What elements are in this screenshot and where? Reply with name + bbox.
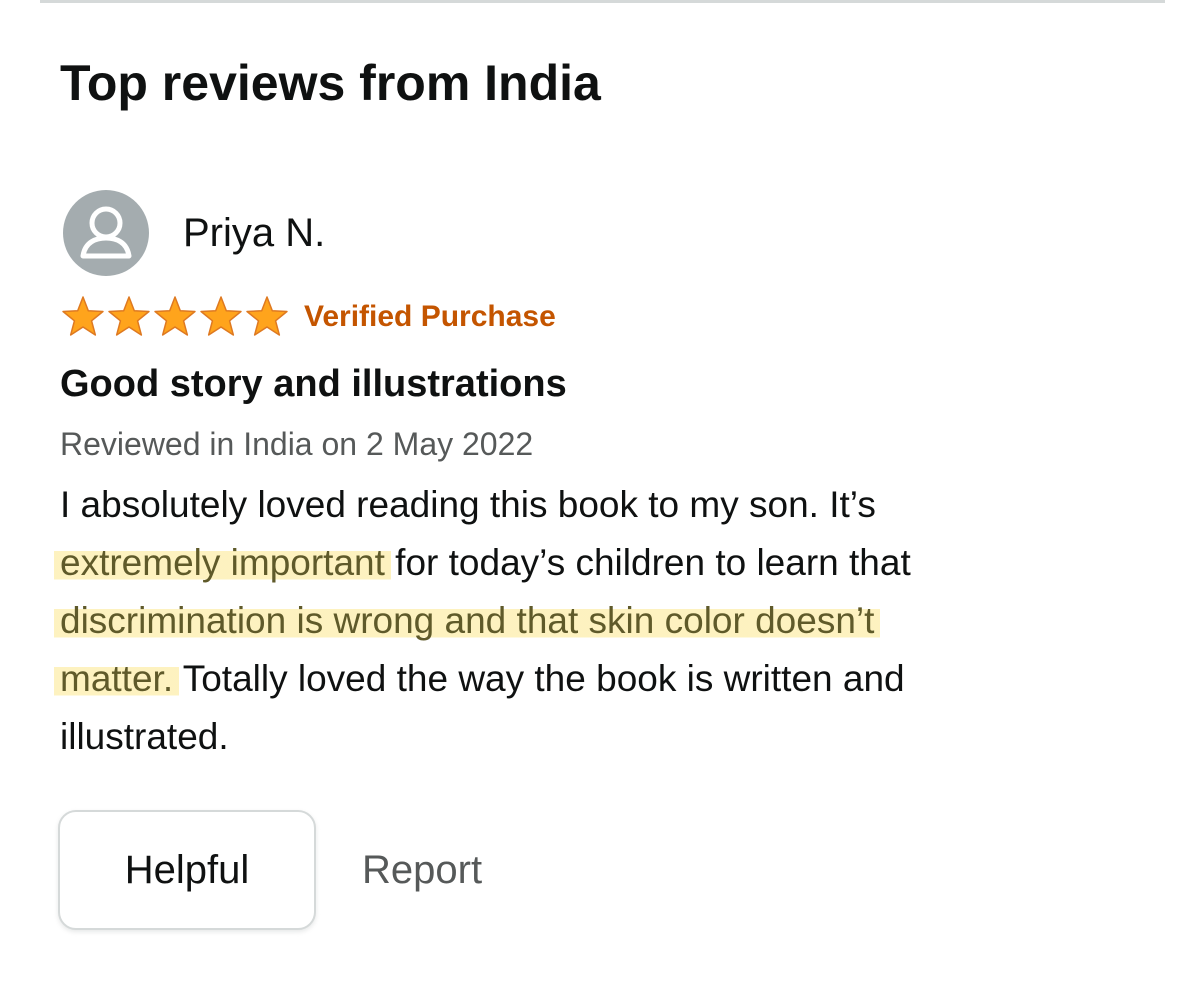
star-icon: [200, 296, 242, 336]
review-body: I absolutely loved reading this book to …: [54, 476, 1150, 766]
review-text: for today’s children to learn that: [384, 542, 911, 583]
verified-purchase-badge: Verified Purchase: [304, 300, 556, 333]
review-text: I absolutely loved reading this book to …: [60, 484, 876, 525]
star-icon: [108, 296, 150, 336]
review-body-line: discrimination is wrong and that skin co…: [54, 592, 1150, 650]
star-icon: [246, 296, 288, 336]
review-body-line: extremely important for today’s children…: [54, 534, 1150, 592]
reviewer-profile[interactable]: Priya N.: [63, 190, 325, 276]
star-icon: [62, 296, 104, 336]
report-link[interactable]: Report: [362, 848, 482, 893]
top-divider: [40, 0, 1165, 3]
review-body-line: I absolutely loved reading this book to …: [60, 476, 1150, 534]
highlighted-text: matter.: [54, 658, 180, 699]
review-date: Reviewed in India on 2 May 2022: [60, 426, 534, 462]
section-title: Top reviews from India: [60, 55, 601, 111]
review-text: Totally loved the way the book is writte…: [173, 658, 905, 699]
review-body-line: matter. Totally loved the way the book i…: [54, 650, 1150, 708]
review-body-line: illustrated.: [60, 708, 1150, 766]
star-rating[interactable]: [60, 294, 290, 340]
star-icon: [154, 296, 196, 336]
reviewer-name: Priya N.: [183, 211, 326, 255]
rating-row: Verified Purchase: [60, 292, 556, 342]
highlighted-text: discrimination is wrong and that skin co…: [54, 600, 881, 641]
helpful-button[interactable]: Helpful: [58, 810, 316, 930]
review-title[interactable]: Good story and illustrations: [60, 358, 567, 410]
review-text: illustrated.: [60, 716, 229, 757]
highlighted-text: extremely important: [54, 542, 391, 583]
review-actions: Helpful Report: [58, 810, 482, 930]
default-user-icon: [63, 190, 149, 276]
